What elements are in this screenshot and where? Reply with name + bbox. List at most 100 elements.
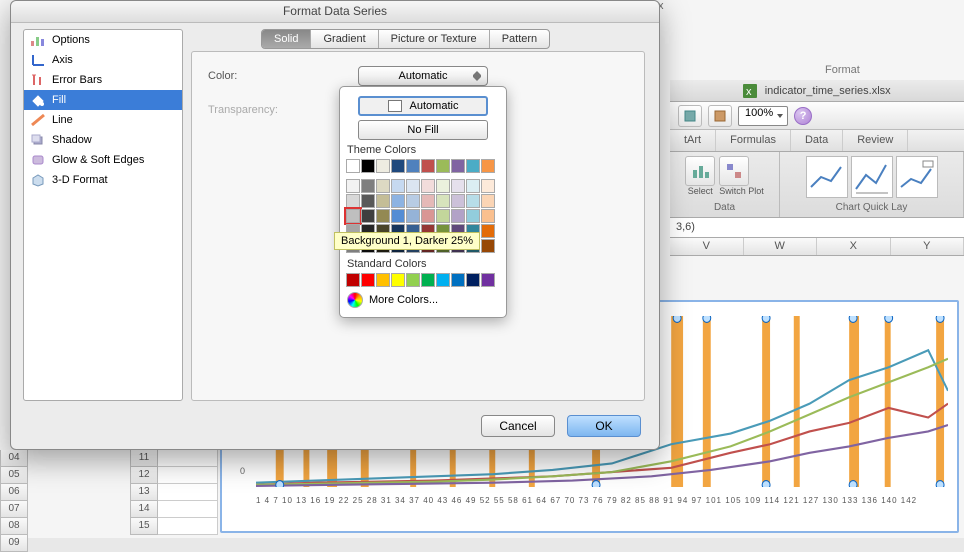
color-swatch[interactable] [481,239,495,253]
sidebar-item-glow[interactable]: Glow & Soft Edges [24,150,182,170]
color-swatch[interactable] [466,179,480,193]
color-swatch[interactable] [361,273,375,287]
color-swatch[interactable] [346,194,360,208]
color-swatch[interactable] [466,194,480,208]
cancel-button[interactable]: Cancel [481,415,555,437]
color-swatch[interactable] [481,224,495,238]
color-swatch[interactable] [421,273,435,287]
ribbon-tab-data[interactable]: Data [791,130,843,151]
tab-pattern[interactable]: Pattern [490,30,549,48]
row-12[interactable]: 12 [130,467,158,484]
chart-layout-3[interactable] [896,156,938,198]
color-swatch[interactable] [436,159,450,173]
formula-bar[interactable]: 3,6) [670,218,964,238]
color-swatch[interactable] [376,209,390,223]
help-icon[interactable]: ? [794,107,812,125]
color-swatch[interactable] [466,273,480,287]
sidebar-item-options[interactable]: Options [24,30,182,50]
ok-button[interactable]: OK [567,415,641,437]
cell[interactable] [158,518,218,535]
cell[interactable] [158,467,218,484]
row-05[interactable]: 05 [0,467,28,484]
color-swatch[interactable] [376,194,390,208]
color-swatch[interactable] [346,159,360,173]
toolbar-btn-2[interactable] [708,105,732,127]
color-swatch[interactable] [421,159,435,173]
tab-picture-texture[interactable]: Picture or Texture [379,30,490,48]
color-swatch[interactable] [406,273,420,287]
color-swatch[interactable] [391,273,405,287]
color-swatch[interactable] [391,159,405,173]
color-swatch[interactable] [361,194,375,208]
color-swatch[interactable] [361,209,375,223]
sidebar-item-line[interactable]: Line [24,110,182,130]
color-swatch[interactable] [346,273,360,287]
color-swatch[interactable] [481,209,495,223]
tab-solid[interactable]: Solid [262,30,311,48]
color-swatch[interactable] [406,159,420,173]
color-swatch[interactable] [481,273,495,287]
color-swatch[interactable] [391,194,405,208]
color-swatch[interactable] [391,209,405,223]
color-swatch[interactable] [361,159,375,173]
automatic-color-button[interactable]: Automatic [358,96,488,116]
cell[interactable] [158,501,218,518]
tab-gradient[interactable]: Gradient [311,30,378,48]
chart-layout-2[interactable] [851,156,893,198]
color-swatch[interactable] [436,273,450,287]
color-swatch[interactable] [361,179,375,193]
color-swatch[interactable] [451,209,465,223]
color-swatch[interactable] [421,179,435,193]
zoom-selector[interactable]: 100% [738,106,788,126]
row-15[interactable]: 15 [130,518,158,535]
color-swatch[interactable] [406,179,420,193]
color-swatch[interactable] [376,179,390,193]
sidebar-item-axis[interactable]: Axis [24,50,182,70]
sidebar-item-shadow[interactable]: Shadow [24,130,182,150]
color-swatch[interactable] [466,159,480,173]
col-w[interactable]: W [744,238,818,255]
ribbon-tab-formulas[interactable]: Formulas [716,130,791,151]
cell[interactable] [158,450,218,467]
cell[interactable] [158,484,218,501]
toolbar-btn-1[interactable] [678,105,702,127]
row-04[interactable]: 04 [0,450,28,467]
color-swatch[interactable] [451,194,465,208]
row-11[interactable]: 11 [130,450,158,467]
color-swatch[interactable] [406,209,420,223]
sidebar-item-fill[interactable]: Fill [24,90,182,110]
color-swatch[interactable] [346,209,360,223]
row-14[interactable]: 14 [130,501,158,518]
sidebar-item-error-bars[interactable]: Error Bars [24,70,182,90]
col-x[interactable]: X [817,238,891,255]
color-swatch[interactable] [481,159,495,173]
sidebar-item-3d-format[interactable]: 3-D Format [24,170,182,190]
more-colors-button[interactable]: More Colors... [345,288,501,312]
no-fill-button[interactable]: No Fill [358,120,488,140]
color-swatch[interactable] [421,209,435,223]
color-swatch[interactable] [451,179,465,193]
color-select[interactable]: Automatic [358,66,488,86]
row-08[interactable]: 08 [0,518,28,535]
color-swatch[interactable] [451,159,465,173]
row-13[interactable]: 13 [130,484,158,501]
switch-plot-button[interactable] [719,156,749,186]
color-swatch[interactable] [481,194,495,208]
color-swatch[interactable] [436,194,450,208]
color-swatch[interactable] [466,209,480,223]
color-swatch[interactable] [376,159,390,173]
col-v[interactable]: V [670,238,744,255]
color-swatch[interactable] [481,179,495,193]
color-swatch[interactable] [406,194,420,208]
color-swatch[interactable] [346,179,360,193]
ribbon-tab-smartart[interactable]: tArt [670,130,716,151]
color-swatch[interactable] [391,179,405,193]
chart-layout-1[interactable] [806,156,848,198]
color-swatch[interactable] [436,179,450,193]
select-button[interactable] [685,156,715,186]
color-swatch[interactable] [451,273,465,287]
col-y[interactable]: Y [891,238,964,255]
color-swatch[interactable] [436,209,450,223]
color-swatch[interactable] [376,273,390,287]
row-07[interactable]: 07 [0,501,28,518]
